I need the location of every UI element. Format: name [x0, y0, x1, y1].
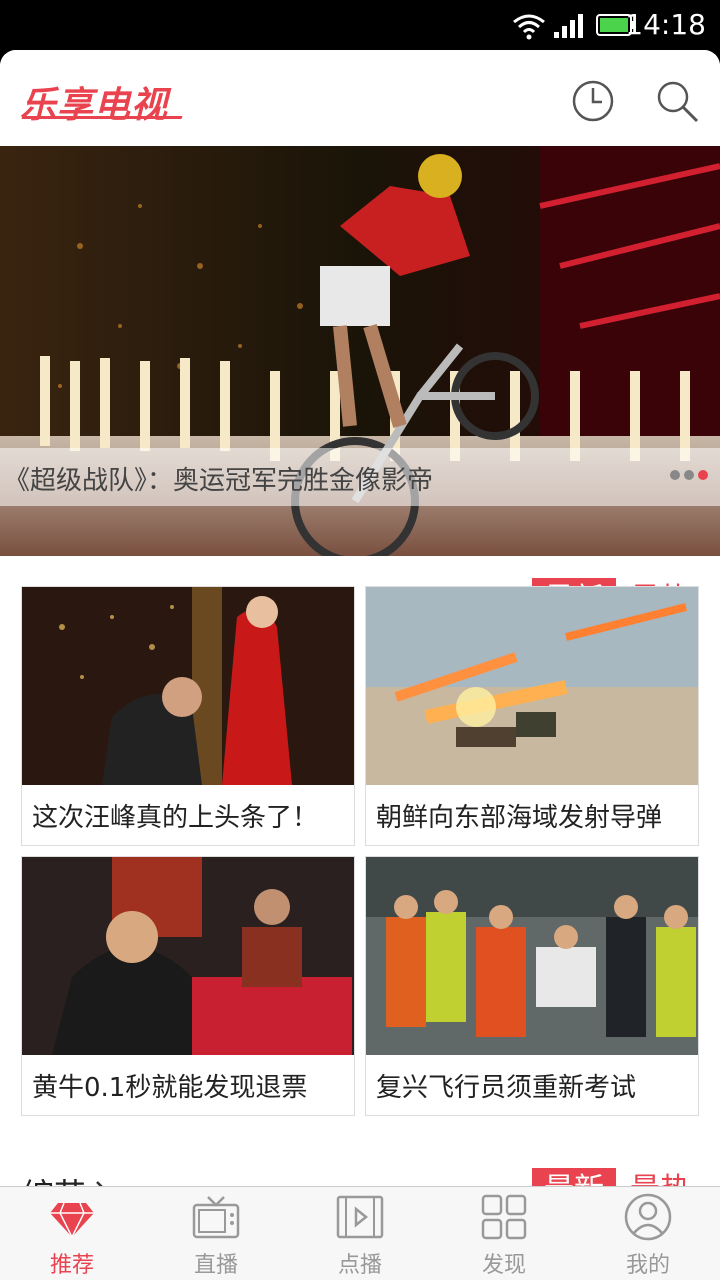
- nav-label: 我的: [625, 1253, 670, 1278]
- nav-item-vod[interactable]: 点播: [288, 1187, 432, 1280]
- film-icon: [336, 1195, 384, 1239]
- nav-item-recommend[interactable]: 推荐: [0, 1187, 144, 1280]
- clock-icon[interactable]: [570, 78, 616, 124]
- search-icon[interactable]: [654, 78, 700, 124]
- signal-icon: [554, 14, 583, 38]
- status-bar: 14:18: [0, 0, 720, 50]
- news-card[interactable]: 这次汪峰真的上头条了！: [21, 586, 355, 846]
- banner-caption-text: 《超级战队》：奥运冠军完胜金像影帝: [4, 466, 434, 496]
- grid-icon: [481, 1194, 527, 1240]
- card-title: 这次汪峰真的上头条了！: [32, 803, 319, 833]
- banner-caption: 《超级战队》：奥运冠军完胜金像影帝: [0, 448, 720, 506]
- card-thumbnail: [22, 587, 354, 785]
- app-logo: 乐享电视: [20, 85, 169, 126]
- hero-banner[interactable]: 《超级战队》：奥运冠军完胜金像影帝: [0, 146, 720, 556]
- nav-item-discover[interactable]: 发现: [432, 1187, 576, 1280]
- card-thumbnail: [22, 857, 354, 1055]
- tv-icon: [192, 1196, 240, 1239]
- banner-pager: [670, 470, 708, 480]
- nav-label: 推荐: [49, 1253, 94, 1278]
- app-header: 乐享电视: [0, 50, 720, 146]
- app-container: 乐享电视 《超级战队》：奥运冠军完胜金像影帝 这次汪峰真的上头条了！ 朝鲜向东部…: [0, 50, 720, 1280]
- card-title: 朝鲜向东部海域发射导弹: [376, 803, 663, 833]
- status-time: 14:18: [625, 8, 706, 41]
- nav-label: 发现: [481, 1253, 526, 1278]
- card-thumbnail: [366, 857, 698, 1055]
- nav-label: 点播: [337, 1253, 382, 1278]
- pager-dot-active: [698, 470, 708, 480]
- news-card[interactable]: 复兴飞行员须重新考试: [365, 856, 699, 1116]
- wifi-icon: [513, 14, 545, 40]
- logo-underline: [21, 116, 183, 119]
- bottom-nav: 推荐 直播 点播 发现 我的: [0, 1186, 720, 1280]
- pager-dot: [670, 470, 680, 480]
- nav-item-live[interactable]: 直播: [144, 1187, 288, 1280]
- card-title: 黄牛0.1秒就能发现退票: [32, 1073, 308, 1103]
- card-thumbnail: [366, 587, 698, 785]
- pager-dot: [684, 470, 694, 480]
- card-title: 复兴飞行员须重新考试: [376, 1073, 637, 1103]
- news-card[interactable]: 黄牛0.1秒就能发现退票: [21, 856, 355, 1116]
- news-card[interactable]: 朝鲜向东部海域发射导弹: [365, 586, 699, 846]
- nav-label: 直播: [193, 1253, 238, 1278]
- diamond-icon: [50, 1202, 94, 1239]
- user-icon: [624, 1193, 672, 1241]
- nav-item-me[interactable]: 我的: [576, 1187, 720, 1280]
